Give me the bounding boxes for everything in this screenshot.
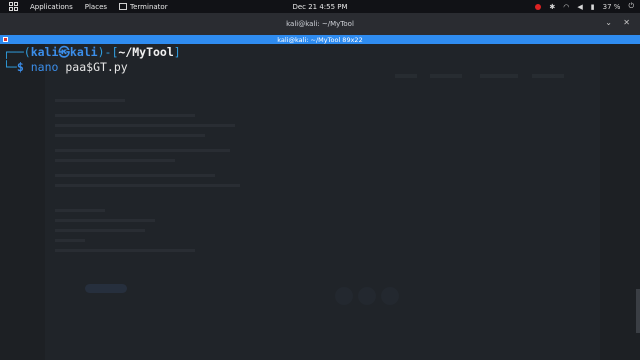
prompt-frame-top: ┌──( (3, 45, 31, 59)
command-name: nano (30, 60, 59, 74)
window-title: kali@kali: ~/MyTool (286, 20, 354, 28)
ghost-social-icon (381, 287, 399, 305)
window-titlebar[interactable]: kali@kali: ~/MyTool ⌄ ✕ (0, 13, 640, 35)
command-argument: paa$GT.py (65, 60, 128, 74)
ghost-text-line (55, 184, 240, 187)
ghost-nav-item (532, 74, 564, 78)
wifi-icon[interactable]: ◠ (563, 3, 569, 11)
ghost-button (85, 284, 127, 293)
prompt-bracket-close: ] (173, 45, 181, 59)
ghost-text-line (55, 99, 125, 102)
prompt-at: ㉿ (58, 45, 70, 59)
background-window-ghost (45, 44, 600, 360)
battery-icon[interactable]: ▮ (591, 3, 595, 11)
ghost-social-icon (358, 287, 376, 305)
volume-icon[interactable]: ◀ (577, 3, 582, 11)
terminal-area[interactable]: ┌──(kali㉿kali)-[~/MyTool] └─$ nano paa$G… (0, 44, 640, 360)
record-indicator-icon[interactable] (535, 3, 542, 10)
power-menu-icon[interactable]: ⏻ (628, 2, 634, 11)
places-menu[interactable]: Places (85, 3, 107, 11)
prompt-user: kali (30, 45, 59, 59)
system-tray: ✱ ◠ ◀ ▮ 37 % ⏻ (535, 0, 634, 13)
prompt-dollar: $ (16, 60, 24, 74)
active-app-menu[interactable]: Terminator (119, 2, 168, 11)
ghost-text-line (55, 209, 105, 212)
applications-menu[interactable]: Applications (30, 3, 73, 11)
show-apps-icon[interactable] (9, 2, 18, 11)
ghost-social-icon (335, 287, 353, 305)
bluetooth-icon[interactable]: ✱ (549, 3, 555, 11)
battery-percent: 37 % (602, 2, 621, 11)
close-button[interactable]: ✕ (623, 18, 630, 27)
terminal-group-icon[interactable] (3, 37, 8, 42)
shell-prompt: ┌──(kali㉿kali)-[~/MyTool] └─$ nano paa$G… (3, 45, 181, 75)
ghost-text-line (55, 174, 215, 177)
clock[interactable]: Dec 21 4:55 PM (292, 3, 347, 11)
ghost-text-line (55, 124, 235, 127)
ghost-nav-item (395, 74, 417, 78)
ghost-text-line (55, 134, 205, 137)
top-panel: Applications Places Terminator Dec 21 4:… (0, 0, 640, 13)
ghost-text-line (55, 159, 175, 162)
prompt-separator: )-[ (97, 45, 119, 59)
ghost-text-line (55, 249, 195, 252)
terminal-icon (119, 2, 128, 10)
ghost-text-line (55, 114, 195, 117)
ghost-text-line (55, 229, 145, 232)
ghost-text-line (55, 219, 155, 222)
prompt-frame-bottom: └─ (3, 60, 17, 74)
ghost-nav-item (480, 74, 518, 78)
active-app-label: Terminator (130, 2, 168, 11)
terminal-title: kali@kali: ~/MyTool 89x22 (277, 35, 363, 44)
terminal-scrollbar[interactable] (636, 289, 640, 333)
ghost-text-line (55, 239, 85, 242)
terminal-titlebar[interactable]: kali@kali: ~/MyTool 89x22 (0, 35, 640, 44)
minimize-button[interactable]: ⌄ (605, 18, 612, 27)
prompt-host: kali (69, 45, 98, 59)
ghost-nav-item (430, 74, 462, 78)
prompt-path: ~/MyTool (118, 45, 174, 59)
ghost-text-line (55, 149, 230, 152)
